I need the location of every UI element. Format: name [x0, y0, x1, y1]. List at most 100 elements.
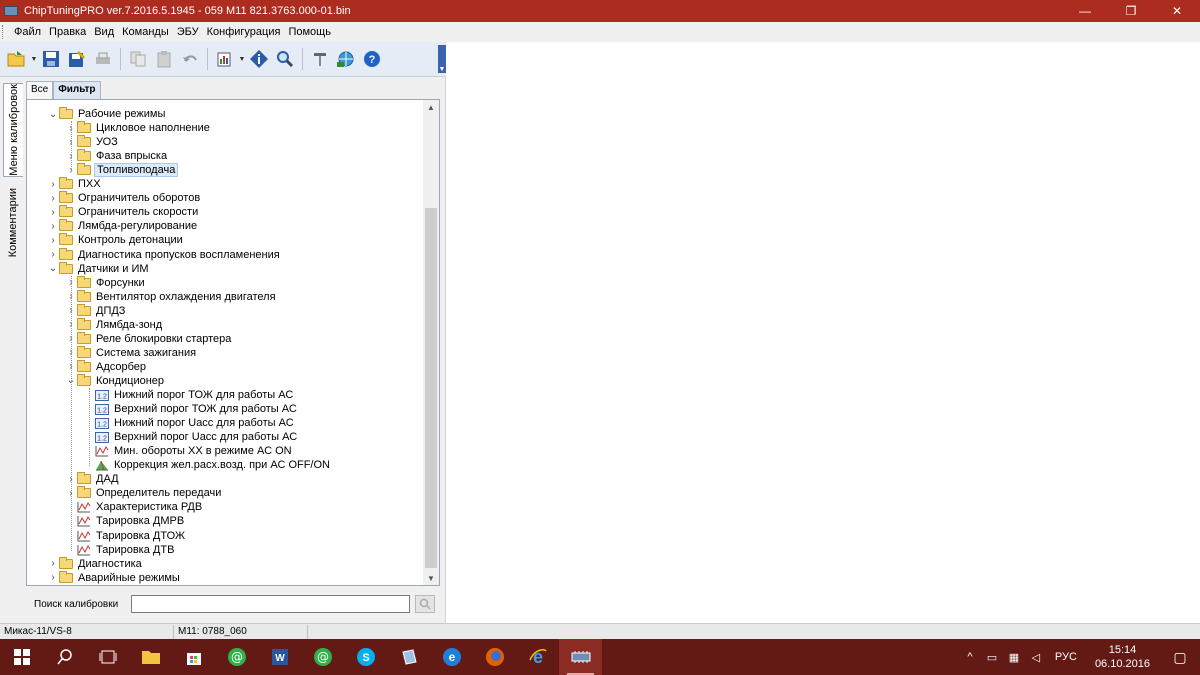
search-tool-button[interactable]: [273, 47, 297, 71]
info-button[interactable]: [247, 47, 271, 71]
expand-chevron-icon[interactable]: ›: [47, 235, 59, 246]
tree-node[interactable]: › Реле блокировки стартера: [65, 331, 233, 346]
notes-app[interactable]: [387, 639, 430, 675]
action-center-icon[interactable]: ▢: [1160, 649, 1200, 666]
tree-node[interactable]: ⌄ Рабочие режимы: [47, 107, 167, 121]
expand-chevron-icon[interactable]: ›: [47, 249, 59, 260]
scroll-up-arrow[interactable]: ▲: [423, 100, 439, 114]
volume-icon[interactable]: ◁: [1027, 651, 1045, 664]
tree-node[interactable]: › Диагностика пропусков воспламенения: [47, 247, 282, 262]
network-button[interactable]: [334, 47, 358, 71]
skype-app[interactable]: S: [344, 639, 387, 675]
collapse-chevron-icon[interactable]: ⌄: [47, 263, 59, 274]
help-button[interactable]: ?: [360, 47, 384, 71]
expand-chevron-icon[interactable]: ›: [47, 179, 59, 190]
open-dropdown-arrow[interactable]: ▼: [30, 47, 38, 71]
expand-chevron-icon[interactable]: ›: [47, 572, 59, 583]
editor-workspace[interactable]: [447, 77, 1200, 623]
tray-expand-icon[interactable]: ^: [961, 651, 979, 663]
tree-node[interactable]: Коррекция жел.расх.возд. при АС OFF/ON: [83, 458, 332, 472]
tree-node[interactable]: ⌄ Кондиционер: [65, 373, 166, 388]
tools-button[interactable]: [308, 47, 332, 71]
mail-app-1[interactable]: @: [215, 639, 258, 675]
tree-node[interactable]: ⌄ Датчики и ИМ: [47, 261, 151, 276]
maximize-button[interactable]: ❐: [1108, 0, 1154, 22]
paste-button[interactable]: [152, 47, 176, 71]
tree-node[interactable]: › Вентилятор охлаждения двигателя: [65, 289, 278, 304]
file-explorer-app[interactable]: [129, 639, 172, 675]
tree-scrollbar[interactable]: ▲ ▼: [423, 100, 439, 585]
chiptuningpro-app[interactable]: [559, 639, 602, 675]
undo-button[interactable]: [178, 47, 202, 71]
tree-node[interactable]: › Аварийные режимы: [47, 570, 182, 585]
print-button[interactable]: [91, 47, 115, 71]
tree-node[interactable]: › Топливоподача: [65, 163, 179, 178]
close-button[interactable]: ✕: [1154, 0, 1200, 22]
collapse-chevron-icon[interactable]: ⌄: [47, 109, 59, 120]
tree-node[interactable]: › ДПДЗ: [65, 303, 127, 318]
firefox-app[interactable]: [473, 639, 516, 675]
word-app[interactable]: W: [258, 639, 301, 675]
edge-app[interactable]: e: [430, 639, 473, 675]
tree-node[interactable]: › Определитель передачи: [65, 486, 223, 500]
expand-chevron-icon[interactable]: ›: [47, 221, 59, 232]
tree-node[interactable]: › ПХХ: [47, 177, 103, 191]
menu-view[interactable]: Вид: [90, 26, 118, 38]
save-as-button[interactable]: [65, 47, 89, 71]
checksum-button[interactable]: [213, 47, 237, 71]
scroll-thumb[interactable]: [425, 208, 437, 568]
tree-node[interactable]: Тарировка ДТВ: [65, 543, 176, 557]
tab-filter[interactable]: Фильтр: [53, 81, 101, 99]
tab-calibrations-menu[interactable]: Меню калибровок: [3, 83, 23, 177]
ie-app[interactable]: e: [516, 639, 559, 675]
tree-node[interactable]: › Адсорбер: [65, 359, 148, 374]
tree-node[interactable]: › Ограничитель оборотов: [47, 191, 202, 205]
tree-node[interactable]: › Цикловое наполнение: [65, 121, 212, 135]
tree-node[interactable]: › Контроль детонации: [47, 233, 185, 247]
expand-chevron-icon[interactable]: ›: [47, 207, 59, 218]
tree-node[interactable]: 1.2 Верхний порог Uacc для работы АС: [83, 430, 299, 444]
copy-button[interactable]: [126, 47, 150, 71]
task-view-button[interactable]: [86, 639, 129, 675]
tree-node[interactable]: › Фаза впрыска: [65, 149, 169, 163]
menu-edit[interactable]: Правка: [45, 26, 90, 38]
toolbar-overflow-button[interactable]: ▼: [438, 45, 446, 73]
tree-node[interactable]: › Система зажигания: [65, 345, 198, 360]
tree-node[interactable]: › Лямбда-регулирование: [47, 219, 199, 233]
tree-node[interactable]: 1.2 Нижний порог ТОЖ для работы АС: [83, 388, 295, 402]
save-button[interactable]: [39, 47, 63, 71]
search-taskbar-button[interactable]: [43, 639, 86, 675]
tree-node[interactable]: › Ограничитель скорости: [47, 205, 200, 219]
tree-node[interactable]: › Диагностика: [47, 556, 144, 571]
tree-node[interactable]: Тарировка ДТОЖ: [65, 529, 187, 543]
tree-node[interactable]: Мин. обороты ХХ в режиме АС ON: [83, 444, 294, 458]
start-button[interactable]: [0, 639, 43, 675]
tree-node[interactable]: › Лямбда-зонд: [65, 317, 164, 332]
tree-node[interactable]: › Форсунки: [65, 275, 147, 290]
tab-all[interactable]: Все: [26, 81, 54, 99]
tree-node[interactable]: 1.2 Верхний порог ТОЖ для работы АС: [83, 402, 299, 416]
clock[interactable]: 15:14 06.10.2016: [1095, 643, 1150, 671]
expand-chevron-icon[interactable]: ›: [47, 558, 59, 569]
scroll-down-arrow[interactable]: ▼: [423, 571, 439, 585]
tree-node[interactable]: 1.2 Нижний порог Uacc для работы АС: [83, 416, 296, 430]
tree-node[interactable]: › ДАД: [65, 472, 121, 486]
checksum-dropdown-arrow[interactable]: ▼: [238, 47, 246, 71]
language-indicator[interactable]: РУС: [1055, 651, 1077, 663]
store-app[interactable]: [172, 639, 215, 675]
search-input[interactable]: [131, 595, 410, 613]
menu-configuration[interactable]: Конфигурация: [203, 26, 285, 38]
menu-help[interactable]: Помощь: [284, 26, 335, 38]
tree-node[interactable]: Характеристика РДВ: [65, 500, 204, 514]
tree-node[interactable]: › УОЗ: [65, 135, 120, 149]
network-icon[interactable]: ▦: [1005, 651, 1023, 664]
mail-app-2[interactable]: @: [301, 639, 344, 675]
menu-commands[interactable]: Команды: [118, 26, 173, 38]
search-button[interactable]: [415, 595, 435, 613]
tree-node[interactable]: Тарировка ДМРВ: [65, 514, 186, 528]
open-button[interactable]: [5, 47, 29, 71]
tab-comments[interactable]: Комментарии: [3, 183, 23, 263]
menu-ecu[interactable]: ЭБУ: [173, 26, 203, 38]
menu-file[interactable]: Файл: [10, 26, 45, 38]
expand-chevron-icon[interactable]: ›: [47, 193, 59, 204]
